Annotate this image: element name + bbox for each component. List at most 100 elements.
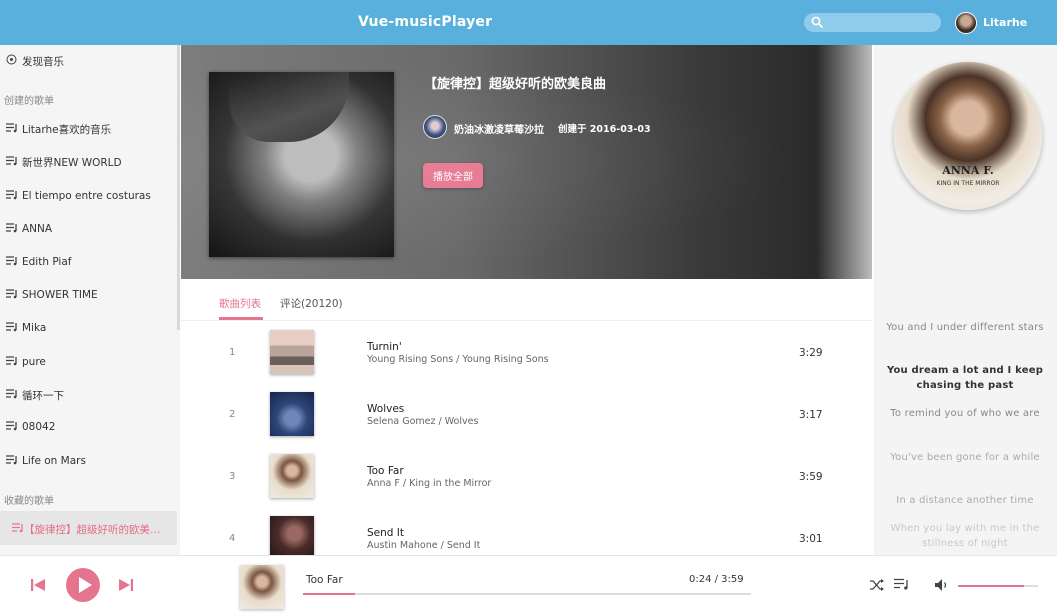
now-playing-title: Too Far — [306, 574, 343, 586]
progress-bar[interactable] — [303, 593, 751, 595]
creator-avatar[interactable] — [423, 115, 447, 139]
sidebar-item-label: Life on Mars — [22, 455, 86, 467]
sidebar-item-label: 新世界NEW WORLD — [22, 156, 122, 169]
sidebar-item-label: Litarhe喜欢的音乐 — [22, 123, 112, 136]
playlist-queue-icon[interactable] — [894, 578, 909, 591]
song-title: Turnin' — [367, 341, 402, 353]
created-date: 创建于 2016-03-03 — [558, 124, 651, 135]
playlist-banner: 【旋律控】超级好听的欧美良曲 奶油冰激凌草莓沙拉 创建于 2016-03-03 … — [181, 45, 872, 279]
player-bar: Too Far 0:24 / 3:59 — [0, 555, 1057, 614]
song-artist-album: Young Rising Sons / Young Rising Sons — [367, 354, 549, 365]
sidebar-item-playlist[interactable]: Litarhe喜欢的音乐 — [6, 119, 111, 139]
volume-slider[interactable] — [958, 585, 1038, 587]
playlist-icon — [6, 288, 18, 302]
next-icon[interactable] — [118, 577, 134, 593]
tab-comments[interactable]: 评论(20120) — [280, 296, 343, 311]
lyric-line: When you lay with me in the stillness of… — [890, 523, 1040, 549]
sidebar-item-label: El tiempo entre costuras — [22, 190, 151, 202]
sidebar-item-label: 【旋律控】超级好听的欧美… — [24, 524, 161, 536]
shuffle-icon[interactable] — [870, 579, 884, 591]
sidebar-item-discover[interactable]: 发现音乐 — [6, 51, 64, 71]
search-input[interactable] — [828, 13, 936, 32]
disc-artist: ANNA F. — [942, 164, 994, 177]
sidebar-item-playlist[interactable]: ANNA — [6, 219, 52, 239]
user-name[interactable]: Litarhe — [983, 16, 1027, 29]
sidebar-item-playlist[interactable]: 循环一下 — [6, 385, 64, 405]
lyric-line-active: You dream a lot and I keep chasing the p… — [886, 365, 1044, 391]
sidebar-scrollbar[interactable] — [177, 45, 180, 330]
song-title: Wolves — [367, 403, 405, 415]
sidebar-item-playlist[interactable]: Life on Mars — [6, 451, 86, 471]
sidebar-item-label: 发现音乐 — [22, 55, 64, 68]
song-row[interactable]: 4 Send It Austin Mahone / Send It 3:01 — [181, 508, 872, 555]
sidebar-item-playlist[interactable]: El tiempo entre costuras — [6, 186, 151, 206]
lyric-line: You've been gone for a while — [890, 452, 1040, 463]
app-title: Vue-musicPlayer — [358, 14, 493, 30]
playlist-icon — [6, 255, 18, 269]
song-list: 1 Turnin' Young Rising Sons / Young Risi… — [181, 322, 872, 555]
lyrics-panel: ANNA F. KING IN THE MIRROR You and I und… — [874, 45, 1057, 555]
playlist-icon — [6, 388, 18, 402]
playlist-icon — [6, 155, 18, 169]
song-index: 1 — [229, 347, 236, 358]
playlist-icon — [6, 122, 18, 136]
top-header: Vue-musicPlayer Litarhe — [0, 0, 1057, 45]
song-index: 2 — [229, 409, 236, 420]
play-icon — [79, 577, 92, 593]
volume-icon[interactable] — [935, 579, 949, 591]
sidebar-item-collected[interactable]: 【旋律控】超级好听的欧美… — [12, 522, 161, 537]
collected-playlists-heading: 收藏的歌单 — [4, 496, 54, 507]
volume-fill — [958, 585, 1024, 587]
creator-name[interactable]: 奶油冰激凌草莓沙拉 — [454, 121, 544, 136]
song-cover — [270, 454, 314, 498]
playlist-title: 【旋律控】超级好听的欧美良曲 — [424, 77, 607, 92]
sidebar-item-playlist[interactable]: Edith Piaf — [6, 252, 71, 272]
play-button[interactable] — [66, 568, 100, 602]
song-row[interactable]: 3 Too Far Anna F / King in the Mirror 3:… — [181, 446, 872, 508]
now-playing-time: 0:24 / 3:59 — [689, 574, 744, 585]
sidebar-item-label: SHOWER TIME — [22, 289, 98, 301]
song-cover — [270, 330, 314, 374]
user-avatar[interactable] — [955, 12, 977, 34]
lyric-line: You and I under different stars — [886, 322, 1044, 333]
sidebar-item-playlist[interactable]: 新世界NEW WORLD — [6, 152, 122, 172]
playlist-icon — [6, 355, 18, 369]
playlist-icon — [6, 321, 18, 335]
song-duration: 3:17 — [799, 409, 823, 421]
song-row[interactable]: 1 Turnin' Young Rising Sons / Young Risi… — [181, 322, 872, 384]
song-artist-album: Selena Gomez / Wolves — [367, 416, 479, 427]
song-duration: 3:01 — [799, 533, 823, 545]
sidebar-item-playlist[interactable]: 08042 — [6, 417, 55, 437]
playlist-icon — [6, 189, 18, 203]
search-box[interactable] — [804, 13, 941, 32]
play-all-button[interactable]: 播放全部 — [423, 163, 483, 188]
song-duration: 3:29 — [799, 347, 823, 359]
playlist-icon — [6, 222, 18, 236]
active-tab-indicator — [219, 317, 263, 320]
music-disc-icon — [6, 54, 18, 68]
lyric-line: To remind you of who we are — [890, 408, 1040, 419]
search-icon — [811, 16, 823, 28]
song-index: 4 — [229, 533, 236, 544]
song-duration: 3:59 — [799, 471, 823, 483]
sidebar-item-label: Mika — [22, 322, 47, 334]
sidebar-item-playlist[interactable]: pure — [6, 352, 46, 372]
tab-bar: 歌曲列表 评论(20120) — [181, 279, 872, 321]
previous-icon[interactable] — [30, 577, 46, 593]
sidebar-item-playlist[interactable]: Mika — [6, 318, 46, 338]
playlist-cover — [209, 72, 394, 257]
song-row[interactable]: 2 Wolves Selena Gomez / Wolves 3:17 — [181, 384, 872, 446]
sidebar: 发现音乐 创建的歌单 Litarhe喜欢的音乐 新世界NEW WORLD El … — [0, 45, 180, 555]
song-artist-album: Austin Mahone / Send It — [367, 540, 481, 551]
tab-song-list[interactable]: 歌曲列表 — [219, 296, 261, 311]
created-playlists-heading: 创建的歌单 — [4, 96, 54, 107]
song-cover — [270, 516, 314, 555]
lyric-line: In a distance another time — [896, 495, 1034, 506]
sidebar-item-playlist[interactable]: SHOWER TIME — [6, 285, 98, 305]
album-disc: ANNA F. KING IN THE MIRROR — [894, 62, 1042, 210]
playlist-icon — [6, 454, 18, 468]
sidebar-item-label: Edith Piaf — [22, 256, 72, 268]
playlist-icon — [6, 420, 18, 434]
song-index: 3 — [229, 471, 236, 482]
song-title: Send It — [367, 527, 404, 539]
